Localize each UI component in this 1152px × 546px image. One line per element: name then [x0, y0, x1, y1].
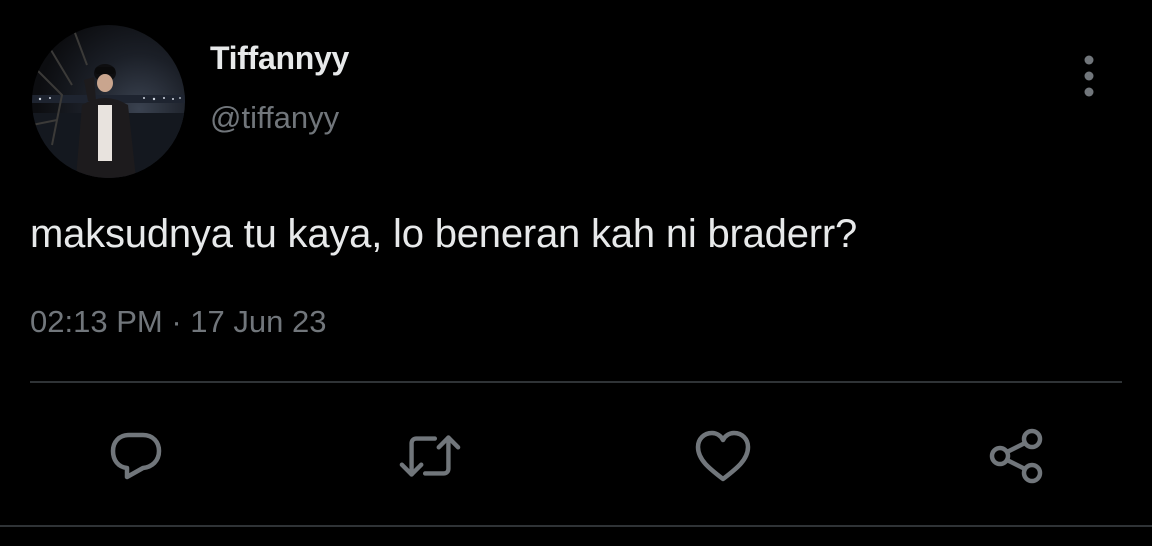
- tweet-time: 02:13 PM: [30, 304, 163, 339]
- avatar[interactable]: [32, 25, 185, 178]
- share-icon: [989, 428, 1043, 484]
- retweet-icon: [399, 435, 461, 477]
- reply-icon: [110, 432, 162, 480]
- tweet-timestamp[interactable]: 02:13 PM · 17 Jun 23: [30, 304, 326, 340]
- meta-separator: ·: [171, 304, 182, 339]
- like-icon: [695, 430, 751, 482]
- more-vertical-icon: [1084, 55, 1094, 97]
- more-options-button[interactable]: [1072, 54, 1106, 98]
- avatar-image: [32, 25, 185, 178]
- tweet-date: 17 Jun 23: [190, 304, 327, 339]
- tweet-text: maksudnya tu kaya, lo beneran kah ni bra…: [30, 212, 858, 256]
- divider: [30, 381, 1122, 383]
- share-button[interactable]: [985, 424, 1049, 488]
- retweet-button[interactable]: [398, 424, 462, 488]
- reply-button[interactable]: [104, 424, 168, 488]
- like-button[interactable]: [691, 424, 755, 488]
- author-display-name[interactable]: Tiffannyy: [210, 40, 349, 77]
- tweet-card: Tiffannyy @tiffanyy maksudnya tu kaya, l…: [0, 0, 1152, 546]
- bottom-divider: [0, 525, 1152, 527]
- author-handle[interactable]: @tiffanyy: [210, 100, 339, 136]
